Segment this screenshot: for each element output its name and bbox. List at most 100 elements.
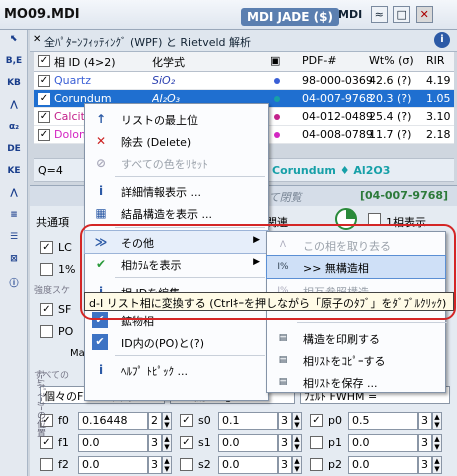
menu-item-crystal-structure[interactable]: ▦ 結晶構造を表示 ... xyxy=(85,202,268,224)
param-s-stepper[interactable]: ▲ ▼ xyxy=(292,412,302,430)
param-s-checkbox[interactable]: ✓ xyxy=(180,436,193,449)
pct-checkbox[interactable] xyxy=(40,263,53,276)
param-p-spin-value[interactable]: 3 xyxy=(418,456,432,474)
menu-item-delete[interactable]: ✕ 除去 (Delete) xyxy=(85,130,268,152)
menu-item-move-top[interactable]: ↑ リストの最上位 xyxy=(85,108,268,130)
param-f-stepper[interactable]: ▲ ▼ xyxy=(162,456,172,474)
param-p-spin-value[interactable]: 3 xyxy=(418,412,432,430)
param-s-checkbox[interactable] xyxy=(180,458,193,471)
param-s-stepper[interactable]: ▲ ▼ xyxy=(292,434,302,452)
param-s-label: s0 xyxy=(198,414,211,427)
menu-item-po-id[interactable]: ✔ ID内の(PO)と(?) xyxy=(85,331,268,353)
param-f-stepper[interactable]: ▲ ▼ xyxy=(162,412,172,430)
submenu-item-structureless[interactable]: I% >> 無構造相 xyxy=(266,255,446,279)
phase-rir: 2.18 xyxy=(426,128,451,141)
info-tool-icon[interactable]: ⓘ xyxy=(4,276,24,294)
close-icon[interactable]: ✕ xyxy=(415,6,433,23)
phase-rir: 1.05 xyxy=(426,92,451,105)
param-f-input[interactable]: 0.0 xyxy=(78,456,148,474)
one-phase-checkbox[interactable] xyxy=(368,213,381,226)
param-p-checkbox[interactable] xyxy=(310,436,323,449)
po-checkbox[interactable] xyxy=(40,325,53,338)
col-color-icon[interactable]: ▣ xyxy=(270,54,280,67)
tab-related[interactable]: 関連 xyxy=(266,214,288,230)
tab-common[interactable]: 共通項 xyxy=(36,214,69,230)
param-f-spin-value[interactable]: 3 xyxy=(148,456,162,474)
fit-tool-icon[interactable]: ⋀ xyxy=(4,188,24,206)
menu-separator xyxy=(297,322,447,323)
tool-kb[interactable]: KB xyxy=(4,78,24,96)
param-p-input[interactable]: 0.5 xyxy=(348,412,418,430)
param-s-input[interactable]: 0.0 xyxy=(218,434,278,452)
lines-tool-icon[interactable]: ≡ xyxy=(4,210,24,228)
reset-colors-icon: ⊘ xyxy=(95,156,107,170)
table-row[interactable]: ✓ Quartz SiO₂ 98-000-0369 42.6 (?) 4.19 xyxy=(34,72,454,90)
param-p-spin-value[interactable]: 3 xyxy=(418,434,432,452)
menu-item-label: 結晶構造を表示 ... xyxy=(121,208,212,221)
minimize-icon[interactable]: ≈ xyxy=(370,6,388,23)
menu-item-help[interactable]: i ﾍﾙﾌﾟ ﾄﾋﾟｯｸ ... xyxy=(85,359,268,381)
peak-tool-icon[interactable]: ⋀ xyxy=(4,100,24,118)
box-tool-icon[interactable]: ⊠ xyxy=(4,254,24,272)
param-p-checkbox[interactable]: ✓ xyxy=(310,414,323,427)
submenu-item-copy-list[interactable]: ▤ 相ﾘｽﾄをｺﾋﾟｰする xyxy=(267,349,445,371)
tool-ke[interactable]: KE xyxy=(4,166,24,184)
param-f-spin-value[interactable]: 2 xyxy=(148,412,162,430)
param-p-stepper[interactable]: ▲ ▼ xyxy=(432,434,442,452)
param-p-checkbox[interactable] xyxy=(310,458,323,471)
phase-color-dot[interactable] xyxy=(274,96,280,102)
param-f-input[interactable]: 0.0 xyxy=(78,434,148,452)
param-f-label: f2 xyxy=(58,458,69,471)
ma-label: Ma xyxy=(70,348,85,359)
row-checkbox[interactable]: ✓ xyxy=(38,111,50,123)
pie-icon[interactable] xyxy=(335,208,357,230)
row-checkbox[interactable]: ✓ xyxy=(38,129,50,141)
param-p-input[interactable]: 0.0 xyxy=(348,434,418,452)
menu-item-show-columns[interactable]: ✔ 相ｶﾗﾑを表示 ▶ xyxy=(85,253,268,275)
info-icon[interactable]: i xyxy=(434,32,450,48)
col-phase-id[interactable]: 相 ID (4>2) xyxy=(54,54,116,70)
phase-color-dot[interactable] xyxy=(274,132,280,138)
param-p-input[interactable]: 0.0 xyxy=(348,456,418,474)
col-rir[interactable]: RIR xyxy=(426,54,445,67)
submenu-item-print[interactable]: ▤ 構造を印刷する xyxy=(267,327,445,349)
tool-alpha2[interactable]: α₂ xyxy=(4,122,24,140)
strength-label: 強度スケ xyxy=(34,286,71,296)
tool-be[interactable]: B,E xyxy=(4,56,24,74)
tool-de[interactable]: DE xyxy=(4,144,24,162)
param-f-stepper[interactable]: ▲ ▼ xyxy=(162,434,172,452)
param-s-input[interactable]: 0.0 xyxy=(218,456,278,474)
phase-color-dot[interactable] xyxy=(274,114,280,120)
col-wt[interactable]: Wt% (σ) xyxy=(369,54,414,67)
maximize-icon[interactable]: □ xyxy=(393,6,411,23)
cursor-tool-icon[interactable]: ⬉ xyxy=(4,34,24,52)
menu-item-other[interactable]: ≫ その他 ▶ xyxy=(84,230,269,254)
header-checkbox[interactable]: ✓ xyxy=(38,55,50,67)
param-p-stepper[interactable]: ▲ ▼ xyxy=(432,412,442,430)
param-p-label: p2 xyxy=(328,458,342,471)
param-s-checkbox[interactable]: ✓ xyxy=(180,414,193,427)
param-f-spin-value[interactable]: 3 xyxy=(148,434,162,452)
param-s-spin-value[interactable]: 3 xyxy=(278,456,292,474)
lc-checkbox[interactable]: ✓ xyxy=(40,241,53,254)
row-checkbox[interactable]: ✓ xyxy=(38,93,50,105)
sf-checkbox[interactable]: ✓ xyxy=(40,303,53,316)
col-formula[interactable]: 化学式 xyxy=(152,54,185,70)
bars-tool-icon[interactable]: ☰ xyxy=(4,232,24,250)
submenu-item-save-list[interactable]: ▤ 相ﾘｽﾄを保存 ... xyxy=(267,371,445,393)
param-checkbox[interactable] xyxy=(40,458,53,471)
menu-item-details[interactable]: i 詳細情報表示 ... xyxy=(85,180,268,202)
param-s-spin-value[interactable]: 3 xyxy=(278,434,292,452)
panel-close-icon[interactable]: ✕ xyxy=(33,34,41,45)
param-s-spin-value[interactable]: 3 xyxy=(278,412,292,430)
param-s-input[interactable]: 0.1 xyxy=(218,412,278,430)
param-p-stepper[interactable]: ▲ ▼ xyxy=(432,456,442,474)
menu-item-label: 相ｶﾗﾑを表示 xyxy=(121,259,182,272)
param-f-input[interactable]: 0.16448 xyxy=(78,412,148,430)
row-checkbox[interactable]: ✓ xyxy=(38,75,50,87)
phase-color-dot[interactable] xyxy=(274,78,280,84)
menu-item-mineral[interactable]: ✔ 鉱物相 xyxy=(85,309,268,331)
col-pdf[interactable]: PDF-# xyxy=(302,54,337,67)
submenu-item-label: 相ﾘｽﾄを保存 ... xyxy=(303,377,378,390)
param-s-stepper[interactable]: ▲ ▼ xyxy=(292,456,302,474)
